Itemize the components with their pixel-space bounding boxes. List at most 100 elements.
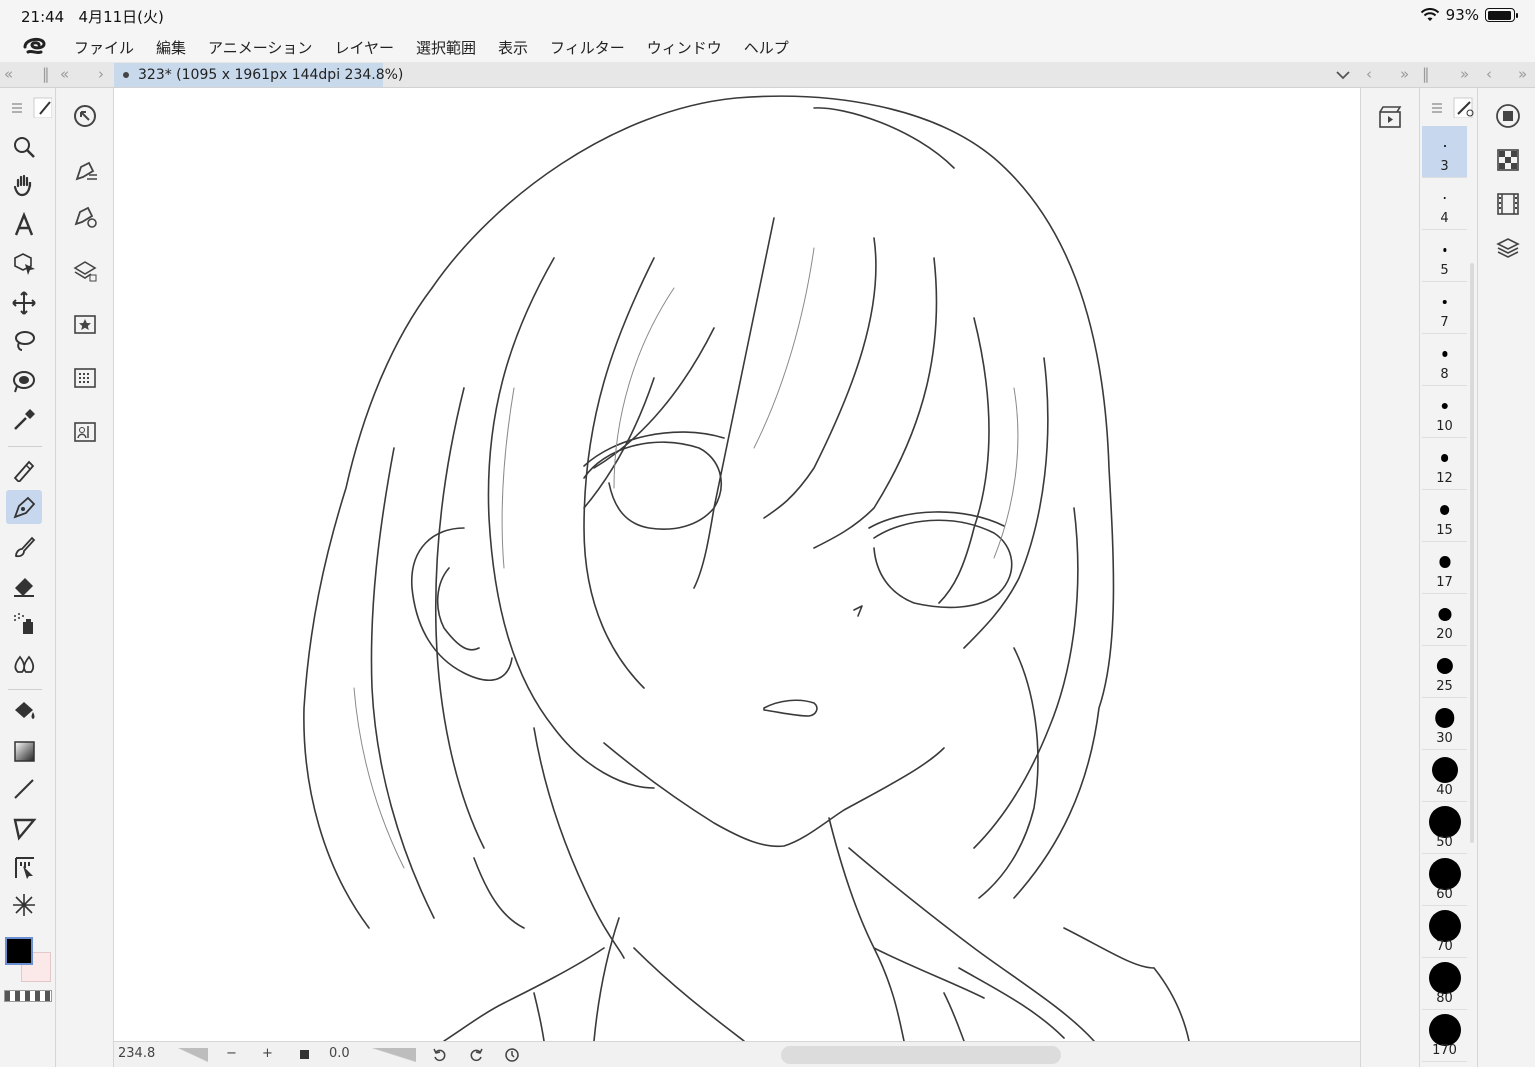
fit-view-icon[interactable] [300,1050,309,1059]
zoom-value[interactable]: 234.8 [118,1046,155,1061]
brush-size-label: 40 [1436,783,1453,798]
document-tab-title: 323* (1095 x 1961px 144dpi 234.8%) [138,67,404,83]
line-icon[interactable] [6,772,42,806]
tool-palette-menu-icon[interactable] [4,96,52,118]
canvas-horizontal-scrollbar[interactable] [781,1046,1061,1064]
menu-item[interactable]: 表示 [498,37,528,58]
transparent-color-swatch[interactable] [4,990,52,1002]
line-art-drawing [303,95,1190,1041]
color-circle-icon[interactable] [1494,102,1522,130]
zoom-icon[interactable] [6,130,42,164]
brush-size-item[interactable]: 7 [1422,282,1467,334]
move-icon[interactable] [6,286,42,320]
brush-size-label: 25 [1436,679,1453,694]
tool-separator [8,446,42,447]
rotate-left-icon[interactable] [432,1047,448,1063]
pen-icon[interactable] [6,490,42,524]
main-color-swatch[interactable] [5,937,33,965]
brush-size-item[interactable]: 50 [1422,802,1467,854]
menu-item[interactable]: アニメーション [208,37,312,58]
menu-bar: ファイル 編集 アニメーション レイヤー 選択範囲 表示 フィルター ウィンドウ ヘルプ [0,32,1535,62]
zoom-slider[interactable] [178,1048,208,1062]
brush-icon[interactable] [6,530,42,564]
brush-preview-dot [1428,806,1461,838]
app-logo-icon[interactable] [22,35,48,57]
menu-item[interactable]: フィルター [550,37,625,58]
brush-size-item[interactable]: 40 [1422,750,1467,802]
collapse-left-icon[interactable]: « [4,65,13,83]
zoom-in-button[interactable]: + [262,1046,273,1061]
menu-item[interactable]: 編集 [156,37,186,58]
drawing-canvas[interactable] [114,88,1360,1041]
zoom-out-button[interactable]: − [226,1046,237,1061]
pencil-icon[interactable] [6,452,42,486]
brush-size-item[interactable]: 80 [1422,958,1467,1010]
airbrush-icon[interactable] [6,606,42,640]
reset-rotation-icon[interactable] [504,1047,520,1063]
brush-size-item[interactable]: 3 [1422,126,1467,178]
text-icon[interactable] [6,208,42,242]
auto-select-icon[interactable] [6,364,42,398]
menu-item[interactable]: ウィンドウ [647,37,722,58]
brush-panel-scrollbar[interactable] [1470,263,1474,843]
frame-icon[interactable] [6,812,42,846]
lasso-icon[interactable] [6,324,42,358]
hand-icon[interactable] [6,168,42,202]
collapse-subtool-icon[interactable]: « [60,65,69,83]
material-icon[interactable] [69,308,101,340]
reference-icon[interactable] [69,416,101,448]
menu-item[interactable]: 選択範囲 [416,37,476,58]
brush-size-label: 12 [1436,471,1453,486]
expand-brush-icon[interactable]: » [1460,65,1469,83]
tool-property-icon[interactable] [69,200,101,232]
panel-prev-icon[interactable]: ‹ [1366,65,1372,83]
blend-icon[interactable] [6,646,42,680]
brush-size-label: 15 [1436,523,1453,538]
brush-size-menu-icon[interactable] [1424,96,1474,118]
panel-divider-right-icon[interactable]: ‖ [1422,65,1430,83]
tab-list-chevron-down-icon[interactable] [1335,69,1351,81]
brush-size-item[interactable]: 25 [1422,646,1467,698]
layer-property-icon[interactable] [69,254,101,286]
eyedropper-icon[interactable] [6,402,42,436]
brush-size-item[interactable]: 4 [1422,178,1467,230]
brush-size-item[interactable]: 70 [1422,906,1467,958]
rotation-value[interactable]: 0.0 [329,1046,350,1061]
brush-size-item[interactable]: 8 [1422,334,1467,386]
animation-icon[interactable] [1377,104,1403,130]
brush-size-item[interactable]: 30 [1422,698,1467,750]
brush-size-item[interactable]: 20 [1422,594,1467,646]
quick-access-icon[interactable] [69,100,101,132]
layers-icon[interactable] [1494,234,1522,262]
sub-tool-pen-icon[interactable] [69,155,101,187]
menu-item[interactable]: レイヤー [334,37,394,58]
timeline-icon[interactable] [1494,190,1522,218]
rotation-slider[interactable] [372,1048,416,1062]
eraser-icon[interactable] [6,568,42,602]
expand-far-right-icon[interactable]: » [1518,65,1527,83]
brush-size-item[interactable]: 10 [1422,386,1467,438]
tab-prev-icon[interactable]: › [98,65,104,83]
effect-line-icon[interactable] [6,888,42,922]
fill-icon[interactable] [6,694,42,728]
expand-right-icon[interactable]: » [1400,65,1409,83]
menu-item[interactable]: ファイル [74,37,134,58]
rotate-right-icon[interactable] [468,1047,484,1063]
brush-preview-dot [1428,1014,1461,1046]
document-tab[interactable]: 323* (1095 x 1961px 144dpi 234.8%) [114,63,403,87]
brush-size-item[interactable]: 15 [1422,490,1467,542]
menu-item[interactable]: ヘルプ [744,37,789,58]
ruler-icon[interactable] [6,850,42,884]
brush-size-item[interactable]: 5 [1422,230,1467,282]
gradient-icon[interactable] [6,734,42,768]
brush-size-item[interactable]: 17 [1422,542,1467,594]
panel-divider-icon[interactable]: ‖ [42,65,50,83]
brush-size-item[interactable]: 170 [1422,1010,1467,1062]
color-set-icon[interactable] [69,362,101,394]
object-select-icon[interactable] [6,246,42,280]
brush-size-item[interactable]: 12 [1422,438,1467,490]
brush-size-item[interactable]: 60 [1422,854,1467,906]
brush-size-label: 20 [1436,627,1453,642]
color-palette-icon[interactable] [1494,146,1522,174]
panel-prev-right-icon[interactable]: ‹ [1486,65,1492,83]
